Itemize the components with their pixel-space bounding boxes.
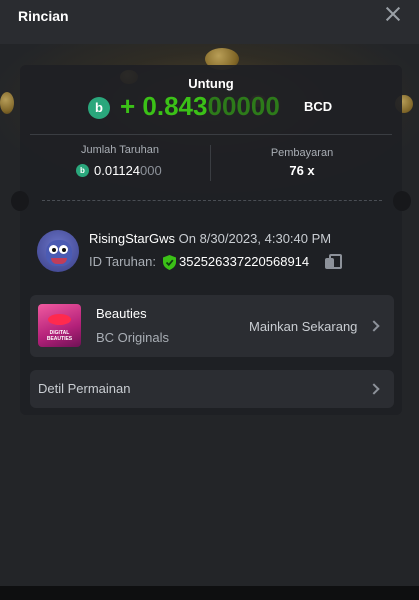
ticket-perforation (42, 200, 382, 201)
game-provider: BC Originals (96, 330, 169, 345)
summary-divider (30, 134, 392, 135)
avatar-eye (59, 245, 68, 254)
payout-value: 76 x (289, 163, 315, 178)
play-now-link[interactable]: Mainkan Sekarang (249, 319, 357, 334)
bet-amount-significant: 0.01124 (94, 163, 141, 178)
modal-header: Rincian (0, 0, 419, 44)
close-icon[interactable] (385, 6, 401, 22)
stats-separator (210, 145, 211, 181)
profit-value: + 0.84300000 (120, 91, 280, 122)
profit-value-padding: 00000 (207, 91, 280, 121)
ticket-notch-right (393, 191, 411, 211)
game-row[interactable]: DIGITAL BEAUTIES Beauties BC Originals M… (30, 295, 394, 357)
copy-icon[interactable] (325, 254, 342, 269)
avatar[interactable] (37, 230, 79, 272)
bet-summary-card: Untung b + 0.84300000 BCD Jumlah Taruhan… (11, 65, 411, 415)
bet-id-label: ID Taruhan: (89, 254, 156, 269)
lips-graphic (48, 314, 71, 325)
bet-id-value: 352526337220568914 (179, 254, 310, 269)
payout-label: Pembayaran (270, 147, 334, 159)
bet-amount-padding: 000 (140, 163, 162, 178)
bet-details-modal: Rincian Untung b + 0.84300000 BCD Jumlah… (0, 0, 419, 600)
ticket-notch-left (11, 191, 29, 211)
game-thumbnail: DIGITAL BEAUTIES (38, 304, 81, 347)
bcd-coin-icon: b (88, 97, 110, 119)
modal-title: Rincian (18, 8, 69, 24)
bet-amount-value: 0.01124000 (94, 163, 162, 178)
chevron-right-icon[interactable] (368, 320, 380, 332)
bcd-coin-icon: b (76, 164, 89, 177)
profit-value-significant: + 0.843 (120, 91, 208, 121)
game-details-row[interactable]: Detil Permainan (30, 370, 394, 408)
avatar-eye (49, 245, 58, 254)
profit-currency: BCD (304, 99, 333, 114)
bet-amount-label: Jumlah Taruhan (80, 144, 160, 156)
game-name: Beauties (96, 306, 147, 321)
bottom-bar (0, 586, 419, 600)
chevron-right-icon[interactable] (368, 383, 380, 395)
user-line: RisingStarGws On 8/30/2023, 4:30:40 PM (89, 231, 331, 246)
game-thumbnail-text: DIGITAL BEAUTIES (46, 330, 73, 342)
decorative-coin (0, 92, 14, 114)
bet-datetime: 8/30/2023, 4:30:40 PM (199, 231, 332, 246)
shield-check-icon (163, 255, 176, 270)
game-details-label: Detil Permainan (38, 381, 131, 396)
profit-label: Untung (188, 76, 234, 91)
username[interactable]: RisingStarGws (89, 231, 175, 246)
date-prefix: On (178, 231, 196, 246)
profit-row: b + 0.84300000 BCD (20, 91, 402, 125)
